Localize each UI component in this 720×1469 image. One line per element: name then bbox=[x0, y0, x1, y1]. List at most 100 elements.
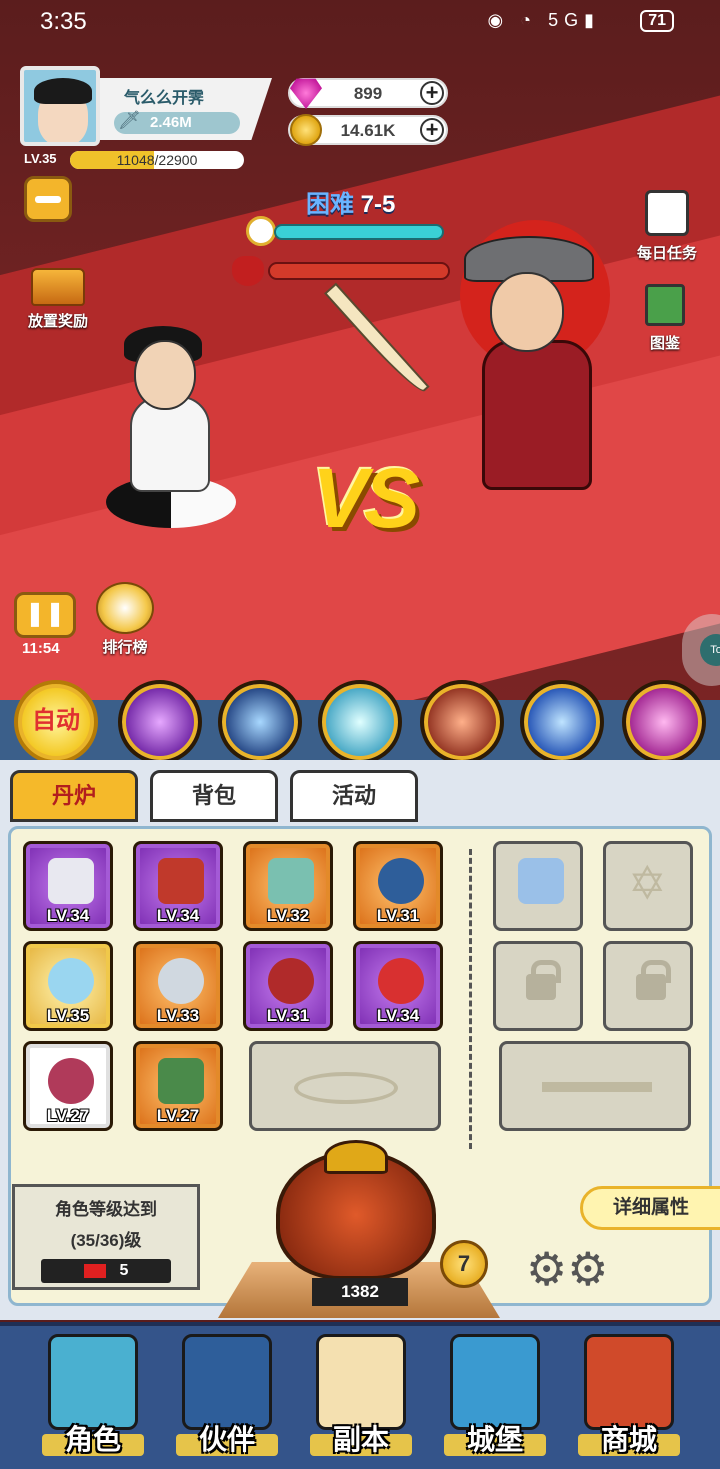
shield-icon bbox=[158, 958, 204, 1004]
battle-timer: 11:54 bbox=[22, 640, 60, 657]
nav-label: 角色 bbox=[64, 1424, 121, 1455]
locked-slot[interactable] bbox=[603, 941, 693, 1031]
partner-icon bbox=[182, 1334, 272, 1430]
equipment-slot[interactable]: LV.34 bbox=[353, 941, 443, 1031]
sword-icon bbox=[48, 858, 94, 904]
equipment-slot[interactable]: LV.31 bbox=[353, 841, 443, 931]
stage-label: 困难 7-5 bbox=[306, 184, 395, 219]
coin-counter: 14.61K + bbox=[288, 114, 448, 146]
coin-icon bbox=[290, 114, 322, 146]
exp-bar: 11048/22900 bbox=[70, 151, 244, 169]
network-type: 5G bbox=[548, 10, 585, 30]
versus-label: VS bbox=[312, 451, 420, 545]
equipment-slot[interactable]: LV.32 bbox=[243, 841, 333, 931]
gem-icon bbox=[290, 78, 322, 109]
player-progress-bar bbox=[274, 224, 444, 240]
stopwatch-icon bbox=[246, 216, 276, 246]
castle-icon bbox=[450, 1334, 540, 1430]
enemy-head bbox=[490, 272, 564, 352]
equipment-slot[interactable]: LV.27 bbox=[23, 1041, 113, 1131]
boots-green-icon bbox=[158, 1058, 204, 1104]
empty-slot-magic-circle[interactable] bbox=[249, 1041, 441, 1131]
ticket-counter: 5 bbox=[41, 1259, 171, 1283]
skill-vortex-icon[interactable] bbox=[118, 680, 202, 764]
requirement-line2: (35/36)级 bbox=[70, 1231, 142, 1250]
requirement-line1: 角色等级达到 bbox=[55, 1200, 157, 1219]
battle-scene: 3:35 ◉ ◔ 5G▮ 71 气么么开霁 🗡 2.46M LV.35 1104… bbox=[0, 0, 720, 712]
stage-number: 7-5 bbox=[360, 191, 396, 218]
leaderboard-label: 排行榜 bbox=[102, 639, 148, 656]
equipment-slot[interactable]: LV.31 bbox=[243, 941, 333, 1031]
equipment-slot[interactable]: LV.34 bbox=[133, 841, 223, 931]
chest-icon bbox=[31, 268, 85, 306]
codex-button[interactable]: 图鉴 bbox=[630, 284, 700, 353]
combat-power: 🗡 2.46M bbox=[114, 110, 240, 134]
stage-difficulty: 困难 bbox=[306, 191, 354, 218]
furnace-level-badge: 7 bbox=[440, 1240, 488, 1288]
banner-icon bbox=[518, 858, 564, 904]
skill-lightning-icon[interactable] bbox=[218, 680, 302, 764]
book-icon bbox=[645, 284, 685, 326]
detail-attributes-button[interactable]: 详细属性 bbox=[580, 1186, 720, 1230]
tab-backpack[interactable]: 背包 bbox=[150, 770, 278, 822]
nav-shop[interactable]: 商城 bbox=[570, 1334, 688, 1458]
player-name: 气么么开霁 bbox=[124, 90, 205, 107]
trophy-icon bbox=[96, 582, 154, 634]
pendant-icon bbox=[268, 958, 314, 1004]
skill-qilin-icon[interactable] bbox=[318, 680, 402, 764]
nav-character[interactable]: 角色 bbox=[34, 1334, 152, 1458]
nav-dungeon[interactable]: 副本 bbox=[302, 1334, 420, 1458]
skill-comet-icon[interactable] bbox=[520, 680, 604, 764]
scroll-icon bbox=[316, 1334, 406, 1430]
nav-castle[interactable]: 城堡 bbox=[436, 1334, 554, 1458]
daily-tasks-button[interactable]: 每日任务 bbox=[622, 190, 712, 263]
equipment-slot[interactable]: LV.33 bbox=[133, 941, 223, 1031]
ticket-count: 5 bbox=[119, 1262, 129, 1279]
equipment-slot[interactable]: LV.35 bbox=[23, 941, 113, 1031]
skill-beast-icon[interactable] bbox=[420, 680, 504, 764]
add-coins-button[interactable]: + bbox=[420, 118, 444, 142]
menu-button[interactable] bbox=[24, 176, 72, 222]
sword-icon: 🗡 bbox=[118, 110, 141, 130]
equipment-slot[interactable]: LV.27 bbox=[133, 1041, 223, 1131]
floating-assistant-button[interactable]: To bbox=[682, 614, 720, 686]
magic-circle-icon bbox=[294, 1072, 398, 1104]
gear-icon[interactable]: ⚙⚙ bbox=[526, 1246, 608, 1292]
level-requirement-box: 角色等级达到 (35/36)级 5 bbox=[12, 1184, 200, 1290]
nav-label: 城堡 bbox=[466, 1424, 523, 1455]
auto-button[interactable]: 自动 bbox=[14, 680, 98, 764]
coin-value: 14.61K bbox=[340, 121, 396, 140]
nav-label: 伙伴 bbox=[198, 1424, 255, 1455]
leaderboard-button[interactable]: 排行榜 bbox=[96, 582, 154, 657]
player-avatar[interactable] bbox=[20, 66, 100, 146]
lock-icon bbox=[526, 960, 561, 1000]
status-bar: 3:35 ◉ ◔ 5G▮ 71 bbox=[0, 0, 720, 44]
bottom-navigation: 角色 伙伴 副本 城堡 商城 bbox=[0, 1322, 720, 1469]
gem-counter: 899 + bbox=[288, 78, 448, 109]
hero-head bbox=[134, 340, 196, 410]
nav-label: 商城 bbox=[600, 1424, 657, 1455]
idle-reward-label: 放置奖励 bbox=[27, 313, 88, 330]
furnace-icon[interactable] bbox=[276, 1140, 436, 1280]
tab-furnace[interactable]: 丹炉 bbox=[10, 770, 138, 822]
locked-slot[interactable] bbox=[493, 941, 583, 1031]
add-gems-button[interactable]: + bbox=[420, 81, 444, 105]
signal-icon: ◉ ◔ 5G▮ bbox=[487, 10, 600, 30]
pause-button[interactable]: ❚❚ bbox=[14, 592, 76, 638]
enemy-character bbox=[420, 220, 620, 520]
combat-power-value: 2.46M bbox=[150, 114, 192, 131]
codex-label: 图鉴 bbox=[649, 335, 680, 352]
tab-events[interactable]: 活动 bbox=[290, 770, 418, 822]
skill-spiral-icon[interactable] bbox=[622, 680, 706, 764]
special-slot-banner[interactable] bbox=[493, 841, 583, 931]
equipment-slot[interactable]: LV.34 bbox=[23, 841, 113, 931]
special-slot-hexagram[interactable]: ✡ bbox=[603, 841, 693, 931]
idle-reward-button[interactable]: 放置奖励 bbox=[18, 268, 98, 331]
daily-tasks-label: 每日任务 bbox=[636, 245, 697, 262]
skill-bar: 自动 bbox=[0, 680, 720, 764]
hero-body bbox=[130, 396, 210, 492]
gem-icon bbox=[378, 958, 424, 1004]
empty-slot-weapon[interactable] bbox=[499, 1041, 691, 1131]
boots-icon bbox=[158, 858, 204, 904]
nav-partner[interactable]: 伙伴 bbox=[168, 1334, 286, 1458]
